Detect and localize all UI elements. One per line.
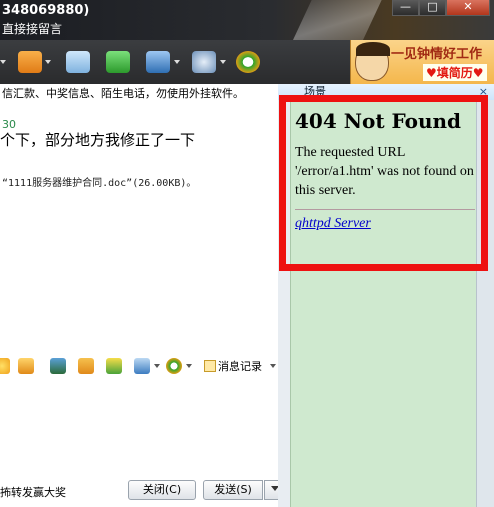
folder-icon[interactable] <box>18 51 42 73</box>
ad-headline: 一见钟情好工作 <box>391 47 483 62</box>
music-icon[interactable] <box>78 358 94 374</box>
soso-icon[interactable] <box>236 51 260 73</box>
chevron-down-icon[interactable] <box>174 60 180 64</box>
input-toolbar: 消息记录 <box>0 354 290 378</box>
add-icon[interactable] <box>106 51 130 73</box>
title-bar: 348069880) 直接接留言 — □ ✕ <box>0 0 494 40</box>
message-history-button[interactable]: 消息记录 <box>204 358 276 374</box>
close-button[interactable]: 关闭(C) <box>128 480 196 500</box>
soso-icon[interactable] <box>166 358 182 374</box>
mail-icon[interactable] <box>66 51 90 73</box>
ad-cta: ♥填简历♥ <box>423 64 487 81</box>
chat-history[interactable]: 30 个下，部分地方我修正了一下 “1111服务器维护合同.doc”(26.00… <box>0 104 278 354</box>
chevron-down-icon[interactable] <box>220 60 226 64</box>
emoji-icon[interactable] <box>0 358 10 374</box>
history-label: 消息记录 <box>218 360 262 373</box>
message-text: 个下，部分地方我修正了一下 <box>0 131 196 149</box>
cartoon-avatar-icon <box>355 42 390 81</box>
highlight-box <box>279 95 488 271</box>
chevron-down-icon[interactable] <box>186 364 192 368</box>
ad-banner[interactable]: 一见钟情好工作 ♥填简历♥ <box>350 40 494 84</box>
promo-text[interactable]: 抪转发赢大奖 <box>0 484 66 500</box>
window-subtitle: 直接接留言 <box>2 22 63 36</box>
file-transfer-note: “1111服务器维护合同.doc”(26.00KB)。 <box>2 178 197 189</box>
minimize-button[interactable]: — <box>392 0 419 16</box>
thumbs-up-icon[interactable] <box>18 358 34 374</box>
close-window-button[interactable]: ✕ <box>446 0 490 16</box>
window-controls: — □ ✕ <box>392 0 490 16</box>
screen-icon[interactable] <box>134 358 150 374</box>
maximize-button[interactable]: □ <box>419 0 446 16</box>
title-bar-decoration <box>279 0 391 40</box>
chevron-down-icon[interactable] <box>0 60 6 64</box>
main-toolbar <box>0 40 350 84</box>
security-notice: 信汇款、中奖信息、陌生电话，勿使用外挂软件。 <box>0 84 278 104</box>
window-title: 348069880) <box>2 3 90 18</box>
history-icon <box>204 360 216 372</box>
gift-icon[interactable] <box>106 358 122 374</box>
gear-icon[interactable] <box>192 51 216 73</box>
chevron-down-icon[interactable] <box>45 60 51 64</box>
chevron-down-icon[interactable] <box>269 364 276 368</box>
image-icon[interactable] <box>50 358 66 374</box>
send-button[interactable]: 发送(S) <box>203 480 263 500</box>
hat-icon[interactable] <box>146 51 170 73</box>
chevron-down-icon[interactable] <box>154 364 160 368</box>
bottom-bar: 抪转发赢大奖 关闭(C) 发送(S) <box>0 478 290 504</box>
